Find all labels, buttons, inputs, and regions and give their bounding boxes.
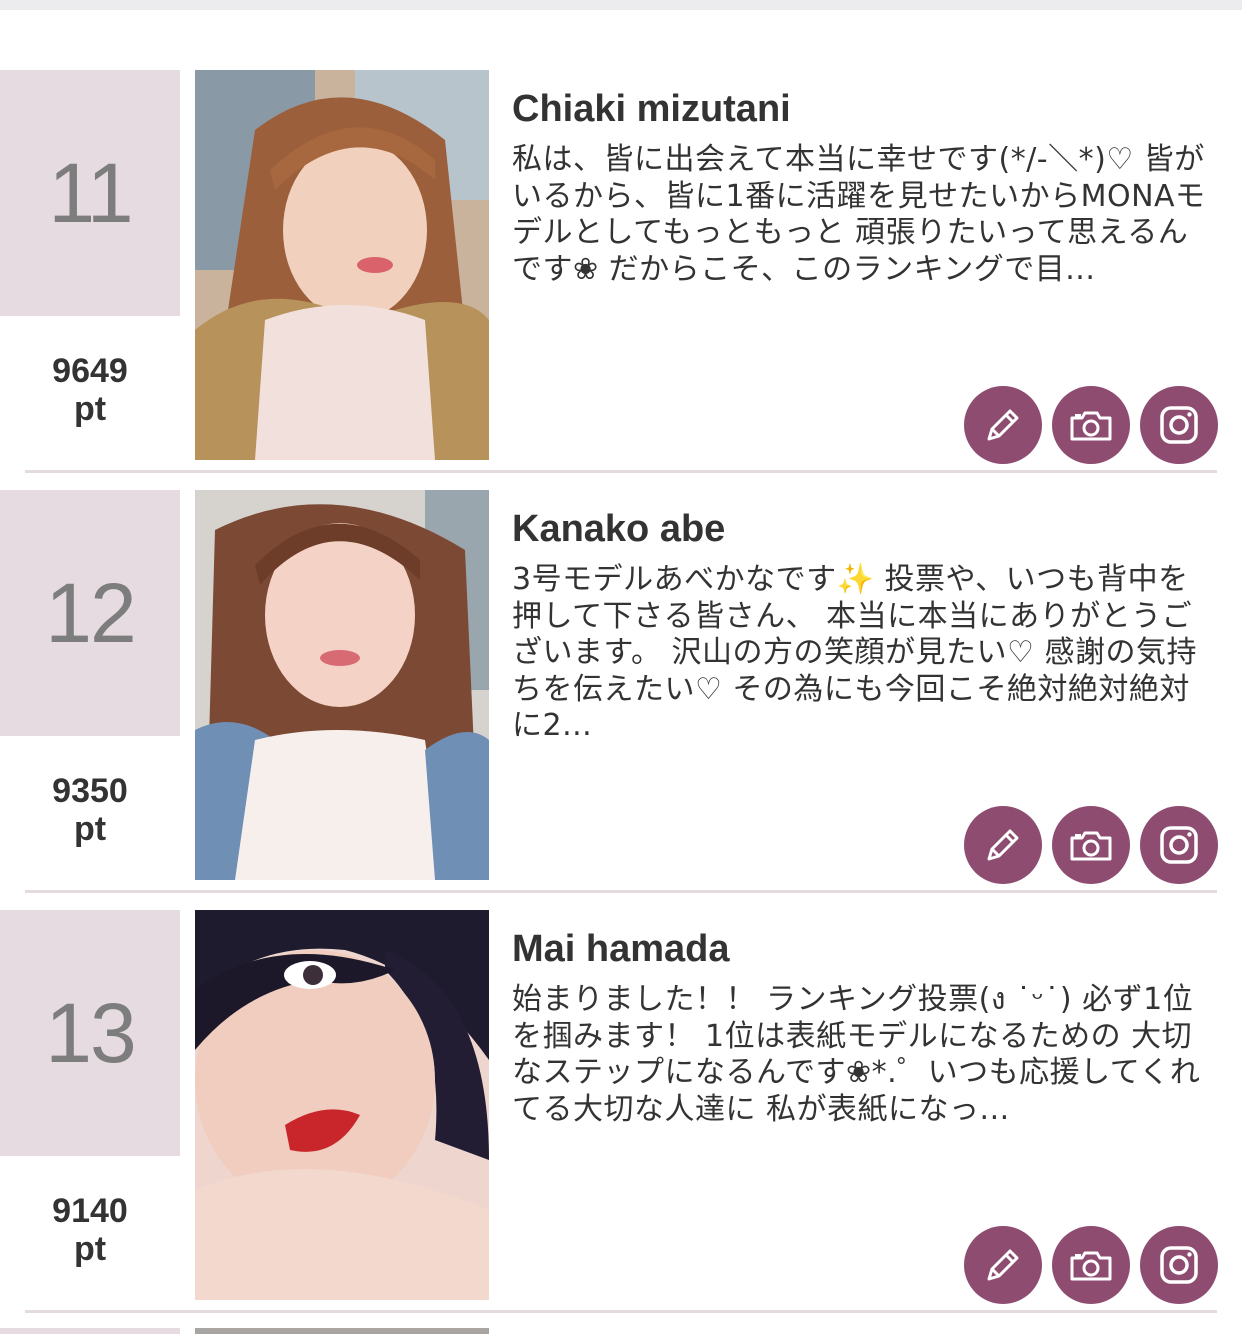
model-name[interactable]: Kanako abe bbox=[512, 508, 725, 551]
top-strip bbox=[0, 0, 1242, 10]
vote-button[interactable] bbox=[964, 1226, 1042, 1304]
photos-button[interactable] bbox=[1052, 386, 1130, 464]
points-unit: pt bbox=[73, 1230, 107, 1268]
camera-icon bbox=[1070, 411, 1112, 441]
ranking-entry[interactable]: 12 9350 pt Kanako abe 3号モデルあべかなです✨ 投票や、い… bbox=[0, 490, 1242, 910]
divider bbox=[25, 1310, 1217, 1313]
model-photo[interactable] bbox=[195, 910, 489, 1300]
instagram-button[interactable] bbox=[1140, 1226, 1218, 1304]
instagram-icon bbox=[1160, 1246, 1198, 1284]
model-name[interactable]: Mai hamada bbox=[512, 928, 730, 971]
vote-button[interactable] bbox=[964, 806, 1042, 884]
instagram-icon bbox=[1160, 826, 1198, 864]
points-value: 9140 bbox=[52, 1192, 128, 1230]
points: 9649 pt bbox=[0, 352, 180, 428]
photos-button[interactable] bbox=[1052, 1226, 1130, 1304]
points: 9350 pt bbox=[0, 772, 180, 848]
pencil-icon bbox=[987, 409, 1019, 441]
rank-box: 12 bbox=[0, 490, 180, 736]
next-photo-edge bbox=[195, 1328, 489, 1334]
ranking-entry[interactable]: 11 9649 pt Chiaki mizutani 私は、皆に出会えて本当に幸… bbox=[0, 70, 1242, 490]
action-buttons bbox=[964, 806, 1218, 884]
model-photo[interactable] bbox=[195, 70, 489, 460]
camera-icon bbox=[1070, 1251, 1112, 1281]
instagram-icon bbox=[1160, 406, 1198, 444]
pencil-icon bbox=[987, 829, 1019, 861]
action-buttons bbox=[964, 1226, 1218, 1304]
next-rank-box-edge bbox=[0, 1328, 180, 1334]
model-bio: 私は、皆に出会えて本当に幸せです(*/-＼*)♡ 皆がいるから、皆に1番に活躍を… bbox=[512, 142, 1206, 287]
points-unit: pt bbox=[73, 810, 107, 848]
action-buttons bbox=[964, 386, 1218, 464]
points: 9140 pt bbox=[0, 1192, 180, 1268]
ranking-entry[interactable]: 13 9140 pt Mai hamada 始まりました！！ ランキング投票(ง… bbox=[0, 910, 1242, 1330]
photos-button[interactable] bbox=[1052, 806, 1130, 884]
rank-number: 12 bbox=[45, 565, 136, 660]
model-photo[interactable] bbox=[195, 490, 489, 880]
vote-button[interactable] bbox=[964, 386, 1042, 464]
model-name[interactable]: Chiaki mizutani bbox=[512, 88, 791, 131]
camera-icon bbox=[1070, 831, 1112, 861]
pencil-icon bbox=[987, 1249, 1019, 1281]
rank-box: 13 bbox=[0, 910, 180, 1156]
rank-box: 11 bbox=[0, 70, 180, 316]
points-unit: pt bbox=[73, 390, 107, 428]
instagram-button[interactable] bbox=[1140, 806, 1218, 884]
model-bio: 3号モデルあべかなです✨ 投票や、いつも背中を押して下さる皆さん、 本当に本当に… bbox=[512, 562, 1197, 743]
model-bio: 始まりました！！ ランキング投票(ง ˙ᵕ˙) 必ず1位を掴みます！ 1位は表紙… bbox=[512, 982, 1201, 1127]
rank-number: 13 bbox=[45, 985, 136, 1080]
divider bbox=[25, 890, 1217, 893]
divider bbox=[25, 470, 1217, 473]
points-value: 9350 bbox=[52, 772, 128, 810]
points-value: 9649 bbox=[52, 352, 128, 390]
rank-number: 11 bbox=[48, 145, 133, 240]
instagram-button[interactable] bbox=[1140, 386, 1218, 464]
